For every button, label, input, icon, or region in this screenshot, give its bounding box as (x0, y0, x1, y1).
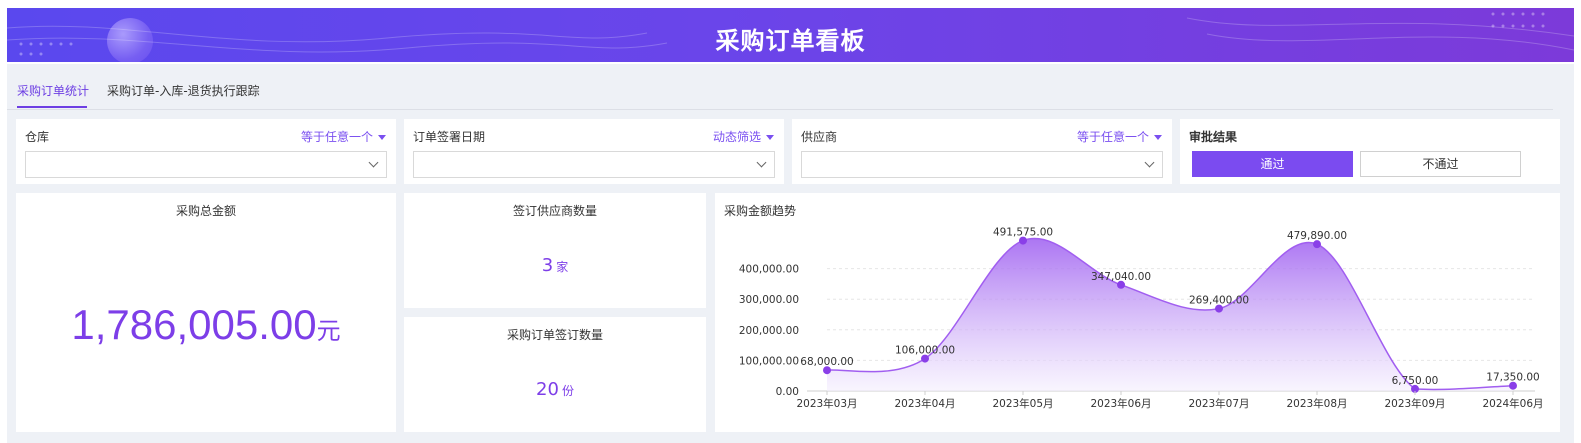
filter-warehouse: 仓库 等于任意一个 (16, 119, 396, 184)
x-tick-label: 2023年06月 (1090, 397, 1151, 410)
filter-approval-label: 审批结果 (1189, 130, 1238, 144)
kpi-total-amount-value-group: 1,786,005.00元 (16, 301, 396, 349)
data-label: 6,750.00 (1392, 375, 1439, 387)
x-tick-label: 2023年03月 (796, 397, 857, 410)
tab-order-statistics[interactable]: 采购订单统计 (17, 82, 89, 99)
tab-order-tracking[interactable]: 采购订单-入库-退货执行跟踪 (107, 82, 260, 99)
caret-down-icon (766, 135, 774, 140)
filter-sign-date-label: 订单签署日期 (413, 130, 486, 144)
data-label: 347,040.00 (1091, 271, 1151, 283)
supplier-select[interactable] (801, 151, 1163, 178)
filter-warehouse-label: 仓库 (25, 130, 50, 144)
area-fill (827, 238, 1513, 391)
data-label: 17,350.00 (1486, 372, 1539, 384)
y-tick-label: 100,000.00 (739, 355, 799, 367)
x-tick-label: 2023年09月 (1384, 397, 1445, 410)
tab-bar: 采购订单统计 采购订单-入库-退货执行跟踪 (7, 64, 1553, 110)
y-tick-label: 0.00 (776, 386, 799, 398)
x-tick-label: 2024年06月 (1482, 397, 1543, 410)
chevron-down-icon (756, 157, 767, 168)
kpi-order-count-title: 采购订单签订数量 (506, 328, 603, 342)
x-tick-label: 2023年05月 (992, 397, 1053, 410)
filter-sign-date: 订单签署日期 动态筛选 (404, 119, 784, 184)
kpi-supplier-count-title: 签订供应商数量 (512, 204, 597, 218)
kpi-order-count-value-group: 20 份 (404, 379, 706, 400)
kpi-order-count-card: 采购订单签订数量 20 份 (404, 317, 706, 432)
header-banner: 采购订单看板 (7, 8, 1574, 62)
kpi-total-amount-value: 1,786,005.00 (71, 301, 317, 348)
approval-pass-button[interactable]: 通过 (1192, 151, 1353, 177)
dashboard-content: 采购订单统计 采购订单-入库-退货执行跟踪 仓库 等于任意一个 订单签署日期 动… (7, 64, 1574, 443)
approval-fail-button[interactable]: 不通过 (1360, 151, 1521, 177)
chevron-down-icon (1144, 157, 1155, 168)
kpi-supplier-count-unit: 家 (556, 260, 569, 274)
kpi-order-count-value: 20 (536, 379, 559, 400)
kpi-order-count-unit: 份 (561, 384, 574, 398)
caret-down-icon (378, 135, 386, 140)
x-tick-label: 2023年08月 (1286, 397, 1347, 410)
data-label: 68,000.00 (800, 356, 853, 368)
y-tick-label: 400,000.00 (739, 264, 799, 276)
data-label: 479,890.00 (1287, 230, 1347, 242)
caret-down-icon (1154, 135, 1162, 140)
active-tab-indicator (17, 106, 87, 108)
data-label: 491,575.00 (993, 227, 1053, 239)
filter-supplier-mode[interactable]: 等于任意一个 (1077, 128, 1162, 145)
x-tick-label: 2023年04月 (894, 397, 955, 410)
kpi-total-amount-unit: 元 (316, 317, 341, 345)
warehouse-select[interactable] (25, 151, 387, 178)
amount-trend-chart-card: 采购金额趋势 0.00 100,000.00 200,000.00 300,000.0… (715, 193, 1560, 432)
data-label: 106,000.00 (895, 345, 955, 357)
filter-supplier: 供应商 等于任意一个 (792, 119, 1172, 184)
x-tick-label: 2023年07月 (1188, 397, 1249, 410)
amount-trend-chart: 0.00 100,000.00 200,000.00 300,000.00 400,00… (739, 227, 1544, 410)
page-title: 采购订单看板 (715, 27, 866, 55)
filter-approval: 审批结果 通过 不通过 (1180, 119, 1560, 184)
filter-supplier-label: 供应商 (801, 130, 838, 144)
chevron-down-icon (368, 157, 379, 168)
data-label: 269,400.00 (1189, 295, 1249, 307)
kpi-supplier-count-value-group: 3家 (404, 255, 706, 276)
y-tick-label: 200,000.00 (739, 325, 799, 337)
kpi-supplier-count-value: 3 (541, 255, 554, 276)
sign-date-select[interactable] (413, 151, 775, 178)
kpi-total-amount-card: 采购总金额 1,786,005.00元 (16, 193, 396, 432)
y-tick-label: 300,000.00 (739, 294, 799, 306)
filter-sign-date-mode[interactable]: 动态筛选 (713, 128, 774, 145)
kpi-supplier-count-card: 签订供应商数量 3家 (404, 193, 706, 308)
filter-warehouse-mode[interactable]: 等于任意一个 (301, 128, 386, 145)
kpi-total-amount-title: 采购总金额 (175, 204, 236, 218)
